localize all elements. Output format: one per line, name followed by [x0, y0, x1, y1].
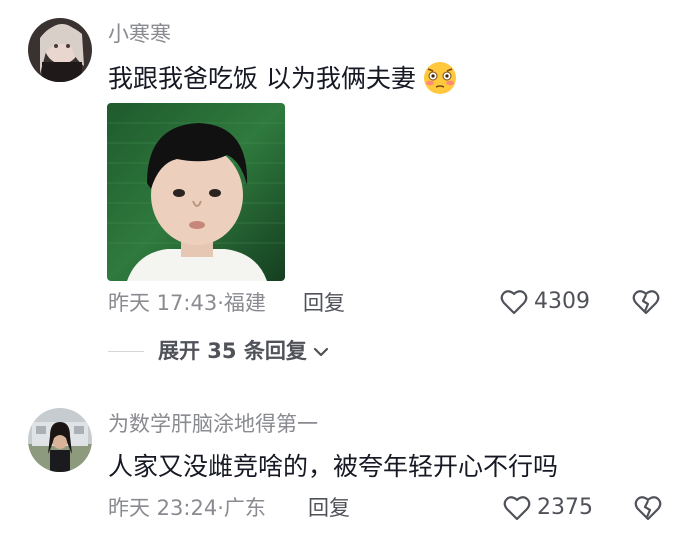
meta-separator: ·: [217, 291, 224, 315]
meta-separator: ·: [217, 496, 224, 520]
chevron-down-icon: [313, 341, 329, 362]
comment-body: 人家又没雌竞啥的，被夸年轻开心不行吗: [108, 452, 559, 481]
dislike-button[interactable]: [634, 495, 662, 521]
expand-replies-button[interactable]: 展开 35 条回复: [108, 341, 329, 362]
heart-outline-icon: [503, 495, 531, 521]
reply-button[interactable]: 回复: [303, 293, 345, 314]
comment-location: 福建: [223, 291, 266, 315]
comment-text: 人家又没雌竞啥的，被夸年轻开心不行吗: [108, 454, 558, 479]
avatar[interactable]: [28, 18, 92, 82]
comment-meta: 昨天 23:24·广东: [108, 498, 266, 519]
dislike-button[interactable]: [632, 289, 660, 315]
username[interactable]: 小寒寒: [108, 24, 171, 45]
heart-outline-icon: [500, 289, 528, 315]
like-button[interactable]: 2375: [503, 495, 593, 521]
broken-heart-icon: [632, 289, 660, 315]
expand-divider: [108, 351, 144, 352]
username[interactable]: 为数学肝脑涂地得第一: [108, 414, 318, 435]
comment-text: 我跟我爸吃饭 以为我俩夫妻: [108, 60, 458, 96]
comment-item: 小寒寒 我跟我爸吃饭 以为我俩夫妻 昨天 17:43·福建 回复 4309 展开…: [0, 0, 690, 362]
comment-body: 我跟我爸吃饭 以为我俩夫妻: [108, 63, 416, 93]
flushed-face-emoji-icon: [422, 60, 458, 96]
expand-replies-label: 展开 35 条回复: [158, 339, 307, 363]
comment-time: 昨天 17:43: [108, 291, 218, 315]
like-button[interactable]: 4309: [500, 289, 590, 315]
broken-heart-icon: [634, 495, 662, 521]
comment-meta: 昨天 17:43·福建: [108, 293, 266, 314]
like-count: 4309: [534, 289, 590, 314]
comment-photo[interactable]: [107, 103, 285, 281]
comment-item: 为数学肝脑涂地得第一 人家又没雌竞啥的，被夸年轻开心不行吗 昨天 23:24·广…: [0, 400, 690, 535]
comment-location: 广东: [223, 496, 266, 520]
reply-button[interactable]: 回复: [308, 498, 350, 519]
avatar[interactable]: [28, 408, 92, 472]
comment-time: 昨天 23:24: [108, 496, 218, 520]
like-count: 2375: [537, 495, 593, 520]
